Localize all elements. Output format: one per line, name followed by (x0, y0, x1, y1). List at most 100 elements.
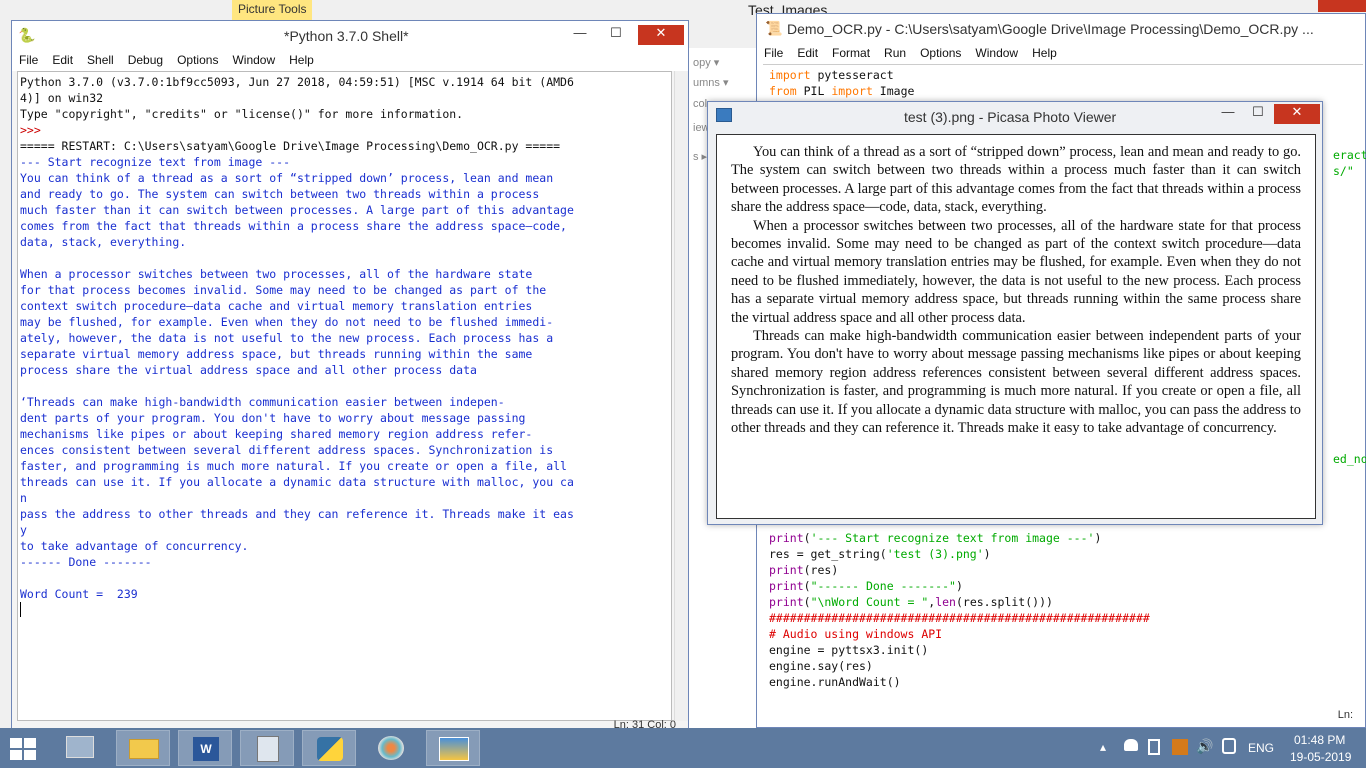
shell-title: *Python 3.7.0 Shell* (284, 28, 409, 44)
shell-output-line: >>> (20, 123, 48, 137)
code-fragment: eract- (1333, 148, 1366, 162)
code-token: from (769, 84, 797, 98)
keyboard-icon[interactable] (1222, 738, 1236, 754)
code-fragment: s/" (1333, 164, 1354, 178)
code-token: # Audio using windows API (769, 627, 943, 641)
document-image: You can think of a thread as a sort of “… (716, 134, 1316, 519)
picasa-window: test (3).png - Picasa Photo Viewer — ☐ ✕… (707, 101, 1323, 525)
menu-window[interactable]: Window (968, 44, 1025, 62)
code-top-lines: import pytesseract from PIL import Image (769, 67, 914, 99)
menu-file[interactable]: File (12, 51, 45, 69)
shell-output-line: for that process becomes invalid. Some m… (20, 283, 547, 297)
editor-menubar: File Edit Format Run Options Window Help (757, 44, 1365, 64)
code-token: PIL (796, 84, 832, 98)
calculator-icon[interactable] (240, 730, 294, 766)
shell-output-line: faster, and programming is much more nat… (20, 459, 567, 473)
picasa-icon (716, 108, 732, 122)
vertical-scrollbar[interactable] (674, 71, 688, 721)
volume-icon[interactable]: 🔊 (1196, 738, 1213, 755)
file-explorer-icon[interactable] (116, 730, 170, 766)
python-taskbar-icon[interactable] (302, 730, 356, 766)
code-token: (res.split())) (955, 595, 1053, 609)
shell-output-line: Word Count = 239 (20, 587, 138, 601)
picasa-taskbar-icon[interactable] (426, 730, 480, 766)
menu-file[interactable]: File (757, 44, 790, 62)
menu-edit[interactable]: Edit (45, 51, 80, 69)
background-close-button[interactable] (1318, 0, 1366, 12)
onedrive-icon[interactable] (1124, 739, 1138, 751)
close-button[interactable]: ✕ (1274, 104, 1320, 124)
code-token: ( (803, 595, 811, 609)
minimize-button[interactable]: — (1214, 104, 1242, 124)
menu-help[interactable]: Help (1025, 44, 1064, 62)
shell-output-line (20, 250, 671, 266)
picture-tools-tab[interactable]: Picture Tools (232, 0, 313, 20)
shell-output-line: much faster than it can switch between p… (20, 203, 574, 217)
code-token: import (769, 68, 811, 82)
code-token: ########################################… (769, 611, 1150, 625)
word-icon[interactable]: W (178, 730, 232, 766)
code-token: "------ Done -------" (810, 579, 956, 593)
code-token: res = get_string( (769, 547, 887, 561)
shell-output-area[interactable]: Python 3.7.0 (v3.7.0:1bf9cc5093, Jun 27 … (17, 71, 672, 721)
minimize-button[interactable]: — (566, 25, 594, 45)
menu-debug[interactable]: Debug (121, 51, 170, 69)
menu-format[interactable]: Format (825, 44, 877, 62)
shell-output-line: mechanisms like pipes or about keeping s… (20, 427, 533, 441)
menu-shell[interactable]: Shell (80, 51, 121, 69)
explorer-fragment: umns ▾ (693, 77, 729, 89)
shell-output-line: Python 3.7.0 (v3.7.0:1bf9cc5093, Jun 27 … (20, 75, 574, 89)
menu-help[interactable]: Help (282, 51, 321, 69)
shell-output-line: separate virtual memory address space, b… (20, 347, 533, 361)
code-line: print(res) (769, 562, 1150, 578)
code-token: ( (803, 579, 811, 593)
menu-run[interactable]: Run (877, 44, 913, 62)
shell-output-line: y (20, 523, 27, 537)
code-line: import pytesseract (769, 67, 914, 83)
menu-options[interactable]: Options (913, 44, 968, 62)
text-cursor (20, 602, 21, 617)
resource-monitor-icon[interactable] (54, 730, 108, 766)
office-tray-icon[interactable] (1172, 739, 1188, 755)
maximize-button[interactable]: ☐ (602, 25, 630, 45)
code-token: engine.runAndWait() (769, 675, 901, 689)
explorer-fragment: s ▸ (693, 151, 708, 163)
code-token: ) (1094, 531, 1102, 545)
language-indicator[interactable]: ENG (1248, 741, 1274, 755)
menu-window[interactable]: Window (225, 51, 282, 69)
shell-output-line: ences consistent between several differe… (20, 443, 554, 457)
network-icon[interactable] (1148, 739, 1160, 755)
paint-icon[interactable] (364, 730, 418, 766)
picasa-titlebar[interactable]: test (3).png - Picasa Photo Viewer — ☐ ✕ (708, 102, 1322, 132)
code-line: print('--- Start recognize text from ima… (769, 530, 1150, 546)
shell-output-line: to take advantage of concurrency. (20, 539, 249, 553)
code-token: print (769, 579, 804, 593)
picasa-title: test (3).png - Picasa Photo Viewer (904, 109, 1117, 125)
code-line: from PIL import Image (769, 83, 914, 99)
shell-output-line: When a processor switches between two pr… (20, 267, 533, 281)
shell-output-line: and ready to go. The system can switch b… (20, 187, 540, 201)
code-token: ) (983, 547, 991, 561)
code-token: (res) (803, 563, 839, 577)
editor-titlebar[interactable]: 📜 Demo_OCR.py - C:\Users\satyam\Google D… (757, 14, 1365, 44)
shell-titlebar[interactable]: 🐍 *Python 3.7.0 Shell* — ☐ ✕ (12, 21, 688, 51)
code-token: len (935, 595, 956, 609)
windows-start-icon[interactable] (10, 738, 38, 760)
code-token: engine = pyttsx3.init() (769, 643, 929, 657)
code-line: print("------ Done -------") (769, 578, 1150, 594)
shell-output-line: You can think of a thread as a sort of “… (20, 171, 554, 185)
menu-options[interactable]: Options (170, 51, 225, 69)
tray-overflow-icon[interactable]: ▴ (1100, 740, 1106, 754)
maximize-button[interactable]: ☐ (1244, 104, 1272, 124)
taskbar: W ▴ 🔊 ENG 01:48 PM 19-05-2019 (0, 728, 1366, 768)
shell-output-line: n (20, 491, 27, 505)
paragraph: When a processor switches between two pr… (731, 217, 1301, 326)
clock-date[interactable]: 19-05-2019 (1290, 750, 1351, 764)
shell-output-line: Type "copyright", "credits" or "license(… (20, 107, 464, 121)
code-token: ( (803, 531, 811, 545)
shell-menubar: File Edit Shell Debug Options Window Help (12, 51, 688, 71)
code-token: print (769, 531, 804, 545)
close-button[interactable]: ✕ (638, 25, 684, 45)
clock-time[interactable]: 01:48 PM (1294, 733, 1345, 747)
menu-edit[interactable]: Edit (790, 44, 825, 62)
